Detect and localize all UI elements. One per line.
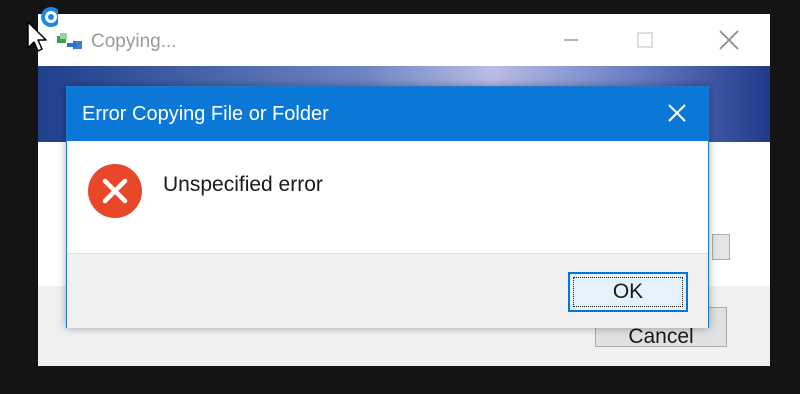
close-icon <box>668 104 686 122</box>
hidden-button-edge <box>712 234 730 260</box>
error-icon <box>88 164 142 218</box>
minimize-button[interactable] <box>548 24 594 56</box>
dialog-footer: OK <box>67 253 708 328</box>
dialog-titlebar: Error Copying File or Folder <box>67 87 708 141</box>
error-message: Unspecified error <box>163 173 323 196</box>
error-dialog: Error Copying File or Folder Unspecified… <box>66 86 709 328</box>
copy-icon <box>56 30 84 52</box>
copying-window-titlebar: Copying... <box>38 14 770 66</box>
ok-button[interactable]: OK <box>568 272 688 312</box>
maximize-icon <box>637 32 653 48</box>
window-close-button[interactable] <box>706 24 752 56</box>
mouse-cursor-icon <box>27 7 58 52</box>
copying-window-title: Copying... <box>91 31 177 52</box>
minimize-icon <box>564 39 578 41</box>
maximize-button[interactable] <box>623 24 669 56</box>
dialog-close-button[interactable] <box>657 97 697 131</box>
dialog-title: Error Copying File or Folder <box>82 103 329 125</box>
close-icon <box>719 30 739 50</box>
